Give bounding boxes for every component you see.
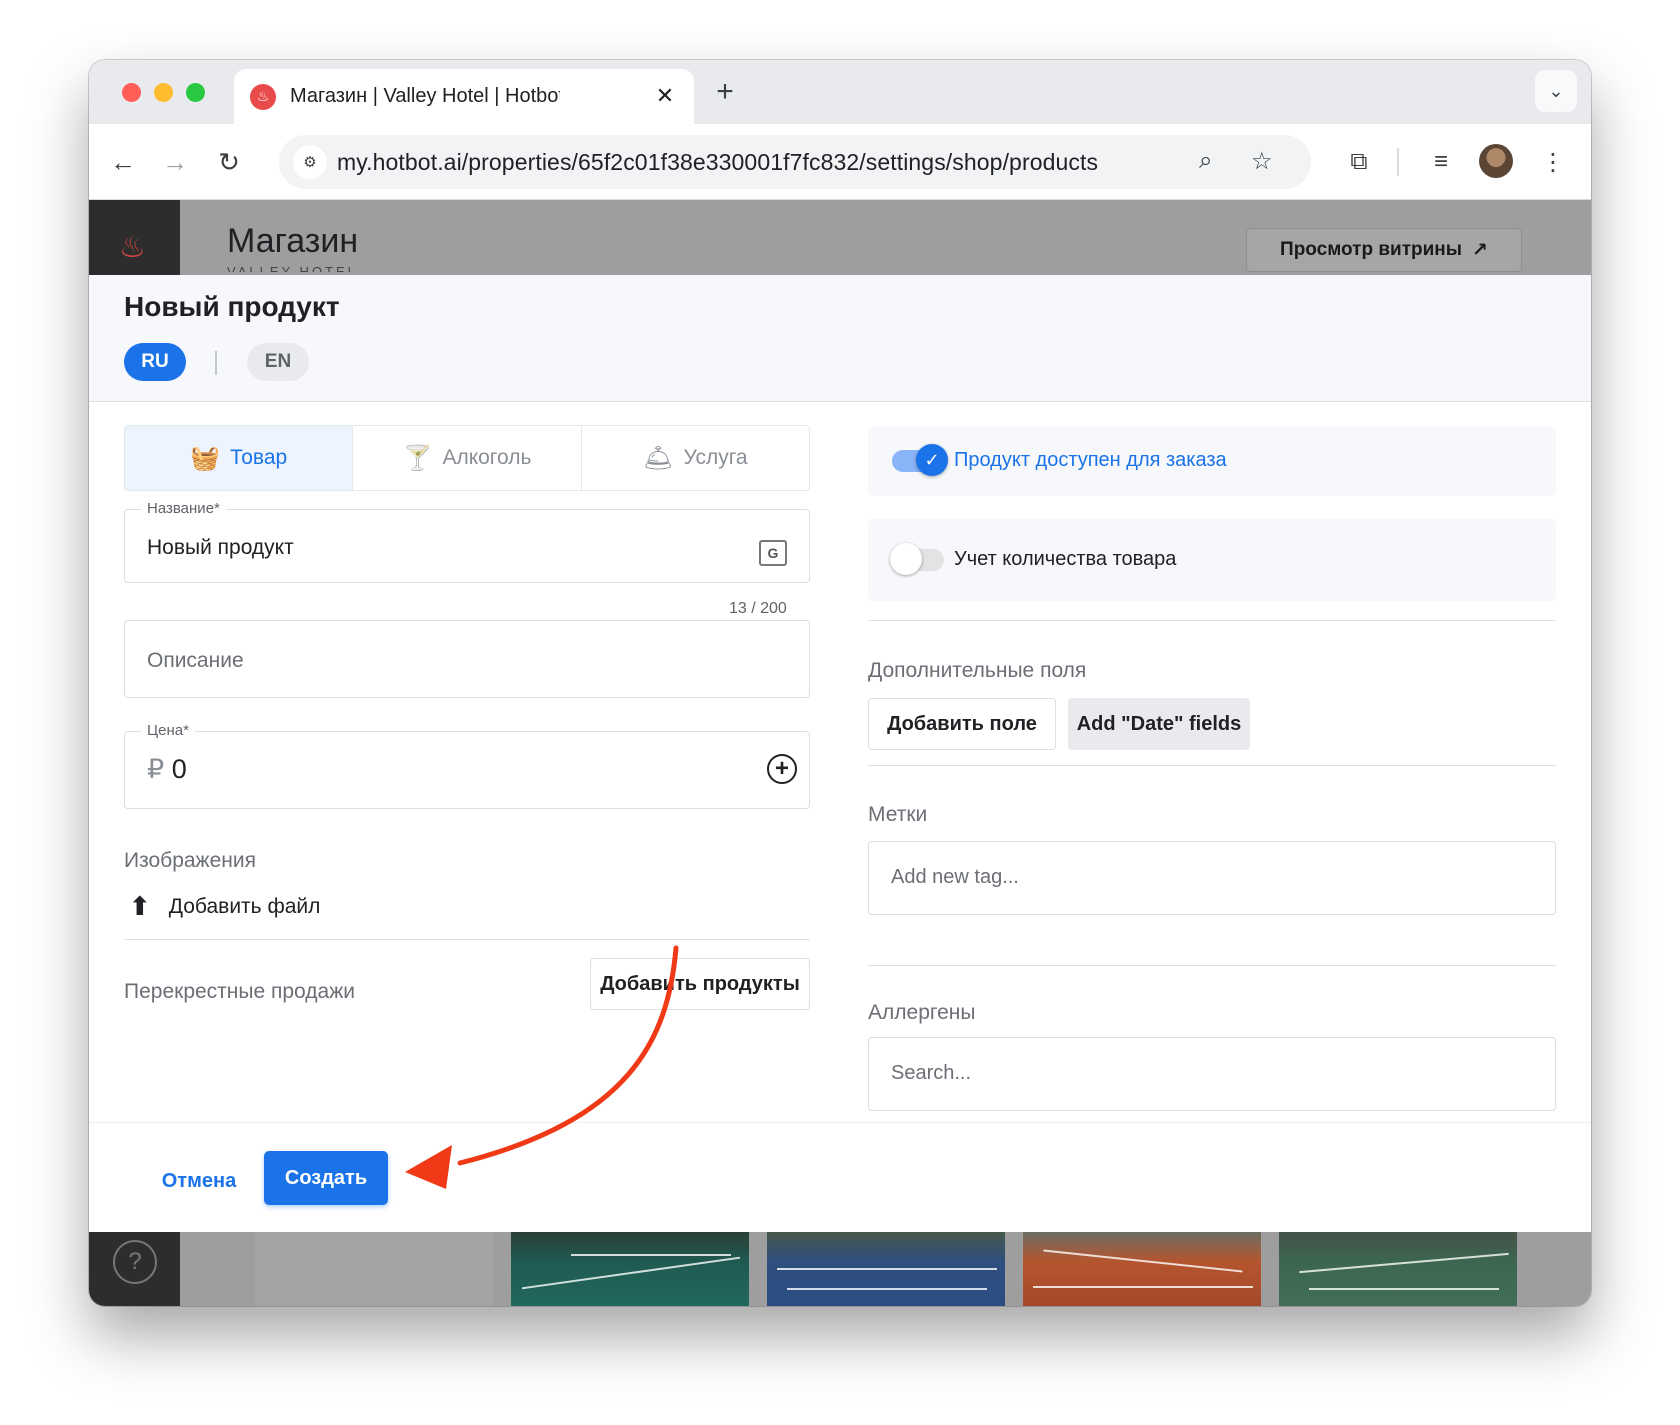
product-thumbnail[interactable]	[767, 1232, 1005, 1306]
external-link-icon: ↗	[1472, 239, 1488, 261]
page-subtitle: VALLEY HOTEL	[227, 264, 358, 272]
name-field[interactable]: Название* Новый продукт G	[124, 500, 810, 583]
checkmark-icon: ✓	[916, 444, 948, 476]
allergens-label: Аллергены	[868, 1001, 976, 1024]
product-thumbnail[interactable]	[255, 1232, 493, 1306]
create-button[interactable]: Создать	[264, 1151, 388, 1205]
minimize-window-button[interactable]	[154, 83, 173, 102]
extra-fields-label: Дополнительные поля	[868, 659, 1087, 682]
cross-sell-label: Перекрестные продажи	[124, 980, 355, 1003]
tab-strip: ♨ Магазин | Valley Hotel | Hotbot ✕ + ⌄	[89, 60, 1591, 124]
stock-tracking-label: Учет количества товара	[954, 548, 1177, 570]
add-file-button[interactable]: ⬆ Добавить файл	[129, 891, 320, 922]
product-thumbnail[interactable]	[1279, 1232, 1517, 1306]
service-person-icon: 🛎	[643, 444, 674, 472]
dialog-footer: Отмена Создать	[89, 1122, 1591, 1232]
browser-toolbar: ← → ↻ ⚙ my.hotbot.ai/properties/65f2c01f…	[89, 124, 1591, 200]
price-field-value[interactable]: ₽ 0	[147, 754, 187, 785]
back-arrow-icon[interactable]: ←	[105, 144, 141, 180]
availability-toggle[interactable]: ✓	[892, 444, 948, 476]
language-ru-chip[interactable]: RU	[124, 343, 186, 381]
zoom-icon[interactable]: ⌕	[1199, 147, 1212, 175]
tags-placeholder: Add new tag...	[891, 866, 1019, 888]
toggle-knob	[890, 543, 922, 575]
section-divider	[868, 765, 1556, 766]
add-file-label: Добавить файл	[168, 894, 321, 918]
url-text[interactable]: my.hotbot.ai/properties/65f2c01f38e33000…	[337, 149, 1098, 176]
tab-alcohol[interactable]: 🍸 Алкоголь	[353, 426, 582, 490]
bookmark-star-icon[interactable]: ☆	[1251, 147, 1273, 176]
tab-service-label: Услуга	[683, 446, 748, 469]
dialog-title: Новый продукт	[124, 291, 340, 322]
tab-search-button[interactable]: ⌄	[1535, 70, 1577, 112]
view-storefront-label: Просмотр витрины	[1280, 239, 1463, 260]
tab-alcohol-label: Алкоголь	[442, 446, 532, 469]
availability-label: Продукт доступен для заказа	[954, 449, 1227, 471]
more-menu-icon[interactable]: ⋮	[1535, 144, 1571, 180]
name-field-label: Название*	[141, 500, 226, 517]
add-date-fields-button[interactable]: Add "Date" fields	[1068, 698, 1250, 750]
price-field-label: Цена*	[141, 722, 195, 739]
section-divider	[868, 965, 1556, 966]
language-divider	[215, 351, 217, 375]
browser-window: ♨ Магазин | Valley Hotel | Hotbot ✕ + ⌄ …	[89, 60, 1591, 1306]
hotbot-favicon-icon: ♨	[250, 83, 276, 110]
stock-toggle-card: Учет количества товара	[868, 519, 1556, 601]
new-tab-button[interactable]: +	[707, 74, 743, 110]
cancel-button[interactable]: Отмена	[139, 1155, 259, 1207]
close-window-button[interactable]	[122, 83, 141, 102]
tags-label: Метки	[868, 803, 928, 826]
media-controls-icon[interactable]: ≡	[1423, 144, 1459, 180]
translate-icon[interactable]: G	[759, 540, 787, 566]
product-thumbnails	[255, 1232, 1555, 1306]
price-value: 0	[171, 754, 187, 784]
price-field[interactable]: Цена* ₽ 0 +	[124, 722, 810, 809]
hotbot-logo-icon[interactable]: ♨	[119, 230, 146, 265]
stock-tracking-toggle[interactable]	[890, 543, 944, 575]
toolbar-divider	[1397, 148, 1399, 176]
address-bar[interactable]: ⚙ my.hotbot.ai/properties/65f2c01f38e330…	[279, 135, 1311, 189]
add-products-button[interactable]: Добавить продукты	[590, 958, 810, 1010]
upload-icon: ⬆	[129, 891, 151, 921]
name-char-counter: 13 / 200	[729, 600, 787, 617]
tags-input[interactable]: Add new tag...	[868, 841, 1556, 915]
add-price-icon[interactable]: +	[767, 754, 797, 784]
cocktail-glass-icon: 🍸	[402, 444, 433, 472]
images-label: Изображения	[124, 849, 256, 872]
page-title: Магазин	[227, 222, 359, 260]
maximize-window-button[interactable]	[186, 83, 205, 102]
help-icon[interactable]: ?	[113, 1240, 157, 1284]
allergens-search-input[interactable]: Search...	[868, 1037, 1556, 1111]
tab-goods[interactable]: 🧺 Товар	[125, 426, 354, 490]
view-storefront-button[interactable]: Просмотр витрины ↗	[1246, 228, 1522, 272]
profile-avatar[interactable]	[1479, 144, 1513, 178]
product-thumbnail[interactable]	[1023, 1232, 1261, 1306]
product-thumbnail[interactable]	[511, 1232, 749, 1306]
tab-goods-label: Товар	[230, 446, 288, 469]
forward-arrow-icon[interactable]: →	[157, 144, 193, 180]
section-divider	[868, 620, 1556, 621]
dialog-header: Новый продукт RU EN	[89, 275, 1591, 402]
description-field[interactable]: Описание	[124, 620, 810, 698]
add-field-button[interactable]: Добавить поле	[868, 698, 1056, 750]
tab-title: Магазин | Valley Hotel | Hotbot	[290, 85, 560, 107]
currency-symbol: ₽	[147, 754, 165, 784]
reload-icon[interactable]: ↻	[211, 144, 247, 180]
browser-tab[interactable]: ♨ Магазин | Valley Hotel | Hotbot ✕	[234, 69, 694, 124]
site-settings-icon[interactable]: ⚙	[293, 145, 327, 179]
allergens-placeholder: Search...	[891, 1062, 972, 1084]
basket-icon: 🧺	[190, 444, 221, 472]
section-divider	[124, 939, 810, 940]
extensions-icon[interactable]: ⧉	[1341, 144, 1377, 180]
new-product-dialog: Новый продукт RU EN 🧺 Товар 🍸 Алкоголь 🛎…	[89, 275, 1591, 1232]
description-placeholder: Описание	[147, 649, 244, 672]
language-en-chip[interactable]: EN	[247, 343, 309, 381]
product-type-tabs: 🧺 Товар 🍸 Алкоголь 🛎 Услуга	[124, 425, 810, 491]
availability-toggle-card: ✓ Продукт доступен для заказа	[868, 426, 1556, 496]
name-field-value[interactable]: Новый продукт	[147, 536, 294, 560]
tab-close-icon[interactable]: ✕	[652, 83, 678, 109]
tab-service[interactable]: 🛎 Услуга	[581, 426, 809, 490]
